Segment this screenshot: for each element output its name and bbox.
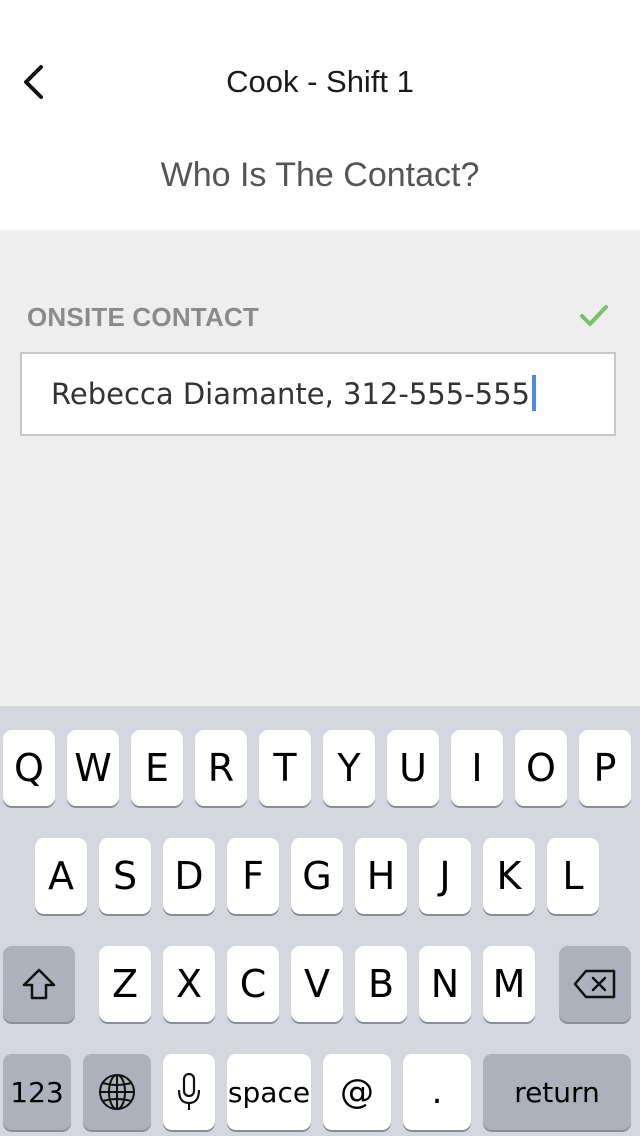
page-title: Cook - Shift 1 [226,64,414,99]
key-s[interactable]: S [99,838,151,914]
input-text-row: Rebecca Diamante, 312-555-555 [51,374,537,414]
key-c[interactable]: C [227,946,279,1022]
key-h[interactable]: H [355,838,407,914]
space-key[interactable]: space [227,1054,311,1130]
key-m[interactable]: M [483,946,535,1022]
checkmark-icon [580,305,608,326]
key-b[interactable]: B [355,946,407,1022]
key-y[interactable]: Y [323,730,375,806]
key-z[interactable]: Z [99,946,151,1022]
key-v[interactable]: V [291,946,343,1022]
key-i[interactable]: I [451,730,503,806]
key-l[interactable]: L [547,838,599,914]
key-o[interactable]: O [515,730,567,806]
key-t[interactable]: T [259,730,311,806]
key-e[interactable]: E [131,730,183,806]
form-area: ONSITE CONTACT Rebecca Diamante, 312-555… [0,230,640,706]
return-key[interactable]: return [483,1054,631,1130]
key-w[interactable]: W [67,730,119,806]
period-key[interactable]: . [403,1054,471,1130]
key-x[interactable]: X [163,946,215,1022]
text-caret [532,375,537,411]
key-k[interactable]: K [483,838,535,914]
numbers-key[interactable]: 123 [3,1054,71,1130]
key-n[interactable]: N [419,946,471,1022]
key-p[interactable]: P [579,730,631,806]
globe-icon [99,1074,135,1110]
microphone-icon [177,1072,201,1110]
input-value: Rebecca Diamante, 312-555-555 [51,377,531,411]
key-q[interactable]: Q [3,730,55,806]
onsite-contact-input[interactable]: Rebecca Diamante, 312-555-555 [20,352,616,436]
shift-key[interactable] [3,946,75,1022]
backspace-icon [573,969,616,999]
globe-key[interactable] [83,1054,151,1130]
key-g[interactable]: G [291,838,343,914]
delete-key[interactable] [559,946,631,1022]
at-key[interactable]: @ [323,1054,391,1130]
dictation-key[interactable] [163,1054,215,1130]
key-d[interactable]: D [163,838,215,914]
header: Cook - Shift 1 Who Is The Contact? [0,0,640,230]
key-a[interactable]: A [35,838,87,914]
question-heading: Who Is The Contact? [160,156,480,194]
key-f[interactable]: F [227,838,279,914]
key-j[interactable]: J [419,838,471,914]
keyboard: Q W E R T Y U I O P A S D F G H J K L Z … [0,706,640,1136]
onsite-contact-label: ONSITE CONTACT [27,302,259,332]
key-u[interactable]: U [387,730,439,806]
shift-icon [22,968,56,1000]
key-r[interactable]: R [195,730,247,806]
